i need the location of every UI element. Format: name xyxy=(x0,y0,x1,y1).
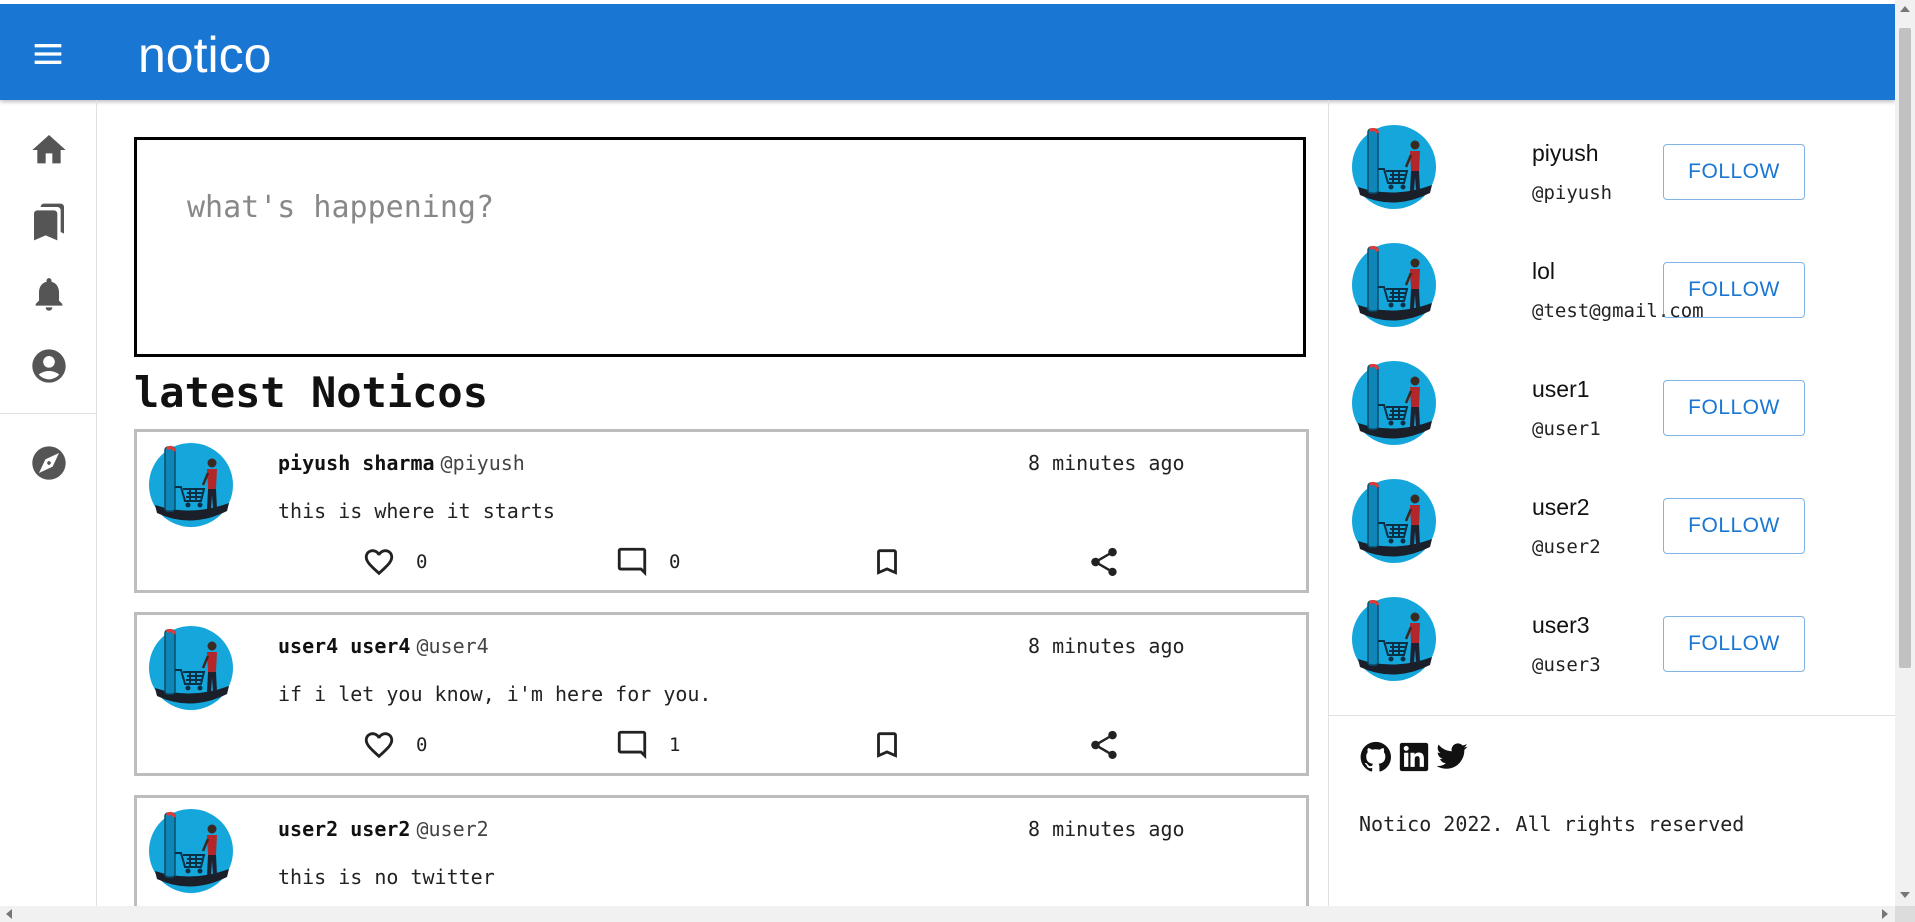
nav-divider xyxy=(0,413,97,414)
post-text: this is no twitter xyxy=(278,865,495,889)
post-card[interactable]: user2 user2 @user2 8 minutes ago this is … xyxy=(134,795,1309,906)
author-name[interactable]: piyush sharma xyxy=(278,451,435,475)
app-title[interactable]: notico xyxy=(138,26,271,84)
compose-box[interactable] xyxy=(134,137,1306,357)
follow-button[interactable]: FOLLOW xyxy=(1663,616,1805,672)
comment-count: 1 xyxy=(669,734,681,756)
avatar[interactable] xyxy=(1352,125,1436,209)
scrollbar-thumb[interactable] xyxy=(1899,28,1911,668)
post-text: if i let you know, i'm here for you. xyxy=(278,682,712,706)
post-card[interactable]: piyush sharma @piyush 8 minutes ago this … xyxy=(134,429,1309,593)
footer-divider xyxy=(1329,715,1896,716)
follow-button[interactable]: FOLLOW xyxy=(1663,498,1805,554)
linkedin-icon[interactable] xyxy=(1397,740,1431,774)
post-time: 8 minutes ago xyxy=(1028,634,1185,658)
heart-icon xyxy=(364,732,394,759)
author-handle: @user2 xyxy=(416,817,489,841)
follow-button[interactable]: FOLLOW xyxy=(1663,262,1805,318)
suggestion-name[interactable]: user2 xyxy=(1532,494,1590,521)
avatar[interactable] xyxy=(1352,243,1436,327)
avatar[interactable] xyxy=(149,626,233,710)
compose-input[interactable] xyxy=(137,140,1303,354)
comment-button[interactable]: 0 xyxy=(615,544,680,580)
follow-button[interactable]: FOLLOW xyxy=(1663,380,1805,436)
bookmark-icon xyxy=(877,732,897,758)
post-author: user4 user4 @user4 xyxy=(278,634,489,658)
bookmark-icon xyxy=(877,549,897,575)
post-time: 8 minutes ago xyxy=(1028,451,1185,475)
post-time: 8 minutes ago xyxy=(1028,817,1185,841)
scroll-down-icon[interactable] xyxy=(1900,892,1910,898)
heart-icon xyxy=(364,549,394,576)
post-author: user2 user2 @user2 xyxy=(278,817,489,841)
suggestions-panel: piyush @piyush FOLLOW lol @test@gmail.co… xyxy=(1328,100,1896,906)
suggestion-name[interactable]: lol xyxy=(1532,258,1555,285)
share-icon xyxy=(1091,730,1117,760)
comment-icon xyxy=(617,730,647,760)
post-text: this is where it starts xyxy=(278,499,555,523)
suggestion-item: user3 @user3 FOLLOW xyxy=(1352,597,1892,697)
post-card[interactable]: user4 user4 @user4 8 minutes ago if i let… xyxy=(134,612,1309,776)
github-icon[interactable] xyxy=(1359,740,1393,774)
menu-icon[interactable] xyxy=(28,34,68,74)
main-feed: latest Noticos piyush sharma@piyush 8 mi… xyxy=(97,100,1327,906)
comment-count: 0 xyxy=(669,551,681,573)
scrollbar-corner xyxy=(1895,906,1915,922)
horizontal-scrollbar[interactable] xyxy=(0,906,1895,922)
follow-button[interactable]: FOLLOW xyxy=(1663,144,1805,200)
avatar[interactable] xyxy=(149,809,233,893)
twitter-icon[interactable] xyxy=(1435,740,1469,774)
suggestion-handle: @piyush xyxy=(1532,182,1613,204)
author-handle: @piyush xyxy=(440,451,525,475)
author-name[interactable]: user2 user2 xyxy=(278,817,410,841)
suggestion-item: lol @test@gmail.com FOLLOW xyxy=(1352,243,1892,343)
home-icon[interactable] xyxy=(29,130,69,170)
like-count: 0 xyxy=(416,551,428,573)
left-sidebar xyxy=(0,100,97,906)
like-count: 0 xyxy=(416,734,428,756)
suggestion-handle: @user2 xyxy=(1532,536,1601,558)
bookmark-button[interactable] xyxy=(870,544,904,580)
author-handle: @user4 xyxy=(416,634,489,658)
avatar[interactable] xyxy=(1352,479,1436,563)
vertical-scrollbar[interactable] xyxy=(1895,0,1915,906)
comment-button[interactable]: 1 xyxy=(615,727,680,763)
avatar[interactable] xyxy=(1352,597,1436,681)
bookmarks-icon[interactable] xyxy=(29,202,69,242)
comment-icon xyxy=(617,547,647,577)
suggestion-handle: @user3 xyxy=(1532,654,1601,676)
suggestion-name[interactable]: user3 xyxy=(1532,612,1590,639)
share-button[interactable] xyxy=(1087,727,1121,763)
app-bar: notico xyxy=(0,0,1895,100)
suggestion-name[interactable]: piyush xyxy=(1532,140,1598,167)
suggestion-item: user2 @user2 FOLLOW xyxy=(1352,479,1892,579)
scroll-right-icon[interactable] xyxy=(1882,909,1888,919)
like-button[interactable]: 0 xyxy=(362,544,427,580)
share-button[interactable] xyxy=(1087,544,1121,580)
notifications-icon[interactable] xyxy=(29,274,69,314)
explore-icon[interactable] xyxy=(29,443,69,483)
share-icon xyxy=(1091,547,1117,577)
suggestion-name[interactable]: user1 xyxy=(1532,376,1590,403)
author-name[interactable]: user4 user4 xyxy=(278,634,410,658)
scroll-left-icon[interactable] xyxy=(6,909,12,919)
suggestion-item: piyush @piyush FOLLOW xyxy=(1352,125,1892,225)
avatar[interactable] xyxy=(1352,361,1436,445)
bookmark-button[interactable] xyxy=(870,727,904,763)
avatar[interactable] xyxy=(149,443,233,527)
post-author: piyush sharma @piyush xyxy=(278,451,525,475)
suggestion-handle: @user1 xyxy=(1532,418,1601,440)
footer-copyright: Notico 2022. All rights reserved xyxy=(1359,812,1745,836)
scroll-up-icon[interactable] xyxy=(1900,6,1910,12)
like-button[interactable]: 0 xyxy=(362,727,427,763)
account-icon[interactable] xyxy=(29,346,69,386)
suggestion-item: user1 @user1 FOLLOW xyxy=(1352,361,1892,461)
feed-title: latest Noticos xyxy=(134,368,489,417)
